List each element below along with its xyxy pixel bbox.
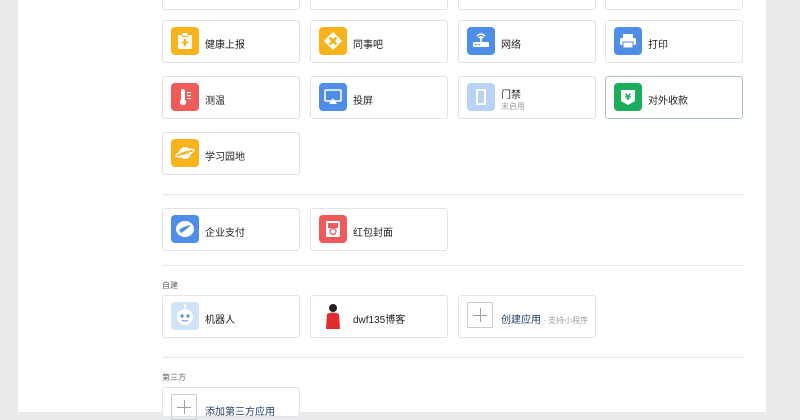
app-card-network[interactable]: 网络 bbox=[458, 20, 596, 63]
app-label: 健康上报 bbox=[205, 40, 245, 51]
app-card-thermometer[interactable]: 测温 bbox=[162, 76, 300, 119]
app-label: 对外收款 bbox=[648, 96, 688, 107]
app-card-blog[interactable]: dwf135博客 bbox=[310, 295, 448, 338]
app-card-printer[interactable]: 打印 bbox=[605, 20, 743, 63]
robot-avatar-icon bbox=[171, 302, 199, 330]
colleague-icon bbox=[319, 27, 347, 55]
app-label: dwf135博客 bbox=[353, 315, 406, 326]
door-access-icon bbox=[467, 83, 495, 111]
app-card-robot[interactable]: 机器人 bbox=[162, 295, 300, 338]
app-card-colleague[interactable]: 同事吧 bbox=[310, 20, 448, 63]
app-card-door-access[interactable]: 门禁 未启用 bbox=[458, 76, 596, 119]
app-card-top-4[interactable] bbox=[605, 0, 743, 10]
section-title-third-party: 第三方 bbox=[162, 373, 186, 382]
left-panel bbox=[0, 0, 18, 412]
app-label: 投屏 bbox=[353, 96, 373, 107]
add-third-party-app-button[interactable]: 添加第三方应用 bbox=[162, 387, 300, 420]
app-card-health-report[interactable]: 健康上报 bbox=[162, 20, 300, 63]
app-card-top-3[interactable] bbox=[458, 0, 596, 10]
app-card-top-2[interactable] bbox=[310, 0, 448, 10]
thermometer-icon bbox=[171, 83, 199, 111]
plus-icon bbox=[171, 394, 197, 420]
network-icon bbox=[467, 27, 495, 55]
add-app-label: 添加第三方应用 bbox=[205, 407, 275, 418]
red-packet-icon bbox=[319, 215, 347, 243]
app-label: 学习园地 bbox=[205, 152, 245, 163]
app-card-payment[interactable]: ¥ 对外收款 bbox=[605, 76, 743, 119]
app-label: 企业支付 bbox=[205, 228, 245, 239]
app-label: 网络 bbox=[501, 40, 521, 51]
app-label: 红包封面 bbox=[353, 228, 393, 239]
section-divider bbox=[162, 194, 744, 195]
study-icon bbox=[171, 139, 199, 167]
health-report-icon bbox=[171, 27, 199, 55]
section-divider bbox=[162, 265, 744, 266]
enterprise-pay-icon bbox=[171, 215, 199, 243]
app-card-red-packet[interactable]: 红包封面 bbox=[310, 208, 448, 251]
app-label: 打印 bbox=[648, 40, 668, 51]
app-label: 门禁 bbox=[501, 90, 521, 101]
app-management-panel: 健康上报 同事吧 网络 打印 测温 投屏 门禁 未启用 ¥ 对外收款 学习园地 … bbox=[18, 0, 766, 420]
app-label: 同事吧 bbox=[353, 40, 383, 51]
app-label: 机器人 bbox=[205, 315, 235, 326]
blog-avatar-icon bbox=[319, 302, 347, 330]
section-divider bbox=[162, 357, 744, 358]
create-app-button[interactable]: 创建应用 · 支持小程序 bbox=[458, 295, 596, 338]
app-card-study[interactable]: 学习园地 bbox=[162, 132, 300, 175]
right-panel bbox=[766, 0, 800, 412]
payment-icon: ¥ bbox=[614, 83, 642, 111]
create-app-label: 创建应用 · 支持小程序 bbox=[501, 315, 589, 326]
app-card-top-1[interactable] bbox=[162, 0, 300, 10]
app-status: 未启用 bbox=[501, 102, 525, 111]
plus-icon bbox=[467, 302, 493, 328]
printer-icon bbox=[614, 27, 642, 55]
app-card-screen-cast[interactable]: 投屏 bbox=[310, 76, 448, 119]
app-label: 测温 bbox=[205, 96, 225, 107]
app-card-enterprise-pay[interactable]: 企业支付 bbox=[162, 208, 300, 251]
section-title-custom: 自建 bbox=[162, 281, 178, 290]
screen-cast-icon bbox=[319, 83, 347, 111]
svg-text:¥: ¥ bbox=[625, 93, 632, 103]
